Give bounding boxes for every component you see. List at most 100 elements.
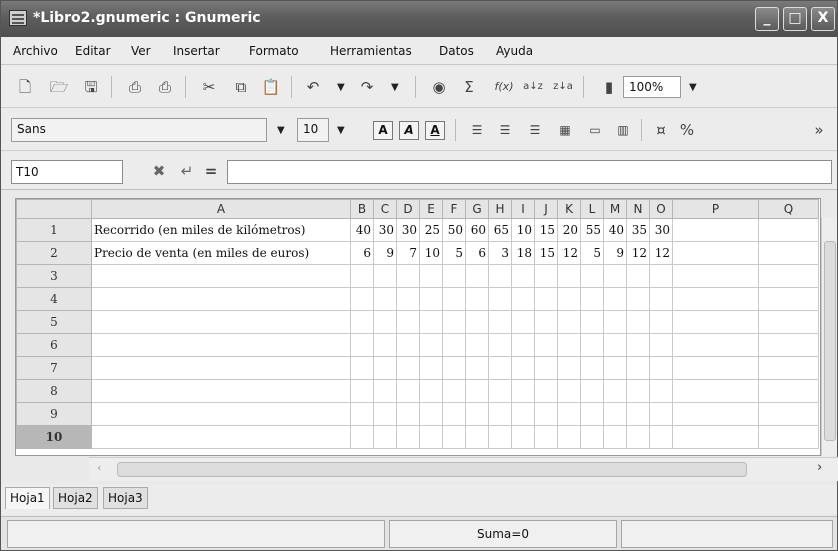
font-name-combo[interactable]: Sans <box>11 118 267 142</box>
row-header[interactable]: 9 <box>16 402 92 426</box>
cell[interactable] <box>626 425 650 449</box>
cell[interactable] <box>672 379 759 403</box>
currency-icon[interactable]: ¤ <box>651 120 671 140</box>
cell[interactable] <box>580 356 604 380</box>
cell[interactable] <box>350 356 374 380</box>
cell[interactable]: 30 <box>373 218 397 242</box>
cell[interactable] <box>580 333 604 357</box>
cell-label[interactable] <box>91 425 351 449</box>
cell[interactable]: 5 <box>442 241 466 265</box>
cell[interactable] <box>672 310 759 334</box>
cell[interactable] <box>534 333 558 357</box>
tab-hoja2[interactable]: Hoja2 <box>53 487 98 509</box>
cell[interactable] <box>672 287 759 311</box>
cell[interactable] <box>649 310 673 334</box>
column-header[interactable]: C <box>373 199 397 219</box>
cell[interactable]: 65 <box>488 218 512 242</box>
column-header[interactable]: F <box>442 199 466 219</box>
cell[interactable] <box>442 264 466 288</box>
vertical-scroll-thumb[interactable] <box>824 241 836 441</box>
cell[interactable] <box>534 425 558 449</box>
save-icon[interactable]: 🖫 <box>81 77 101 97</box>
cell[interactable] <box>511 310 535 334</box>
cell[interactable] <box>373 264 397 288</box>
cell[interactable] <box>488 264 512 288</box>
spreadsheet-grid[interactable]: A B C D E F G H I J K L M N O P Q 1 Reco… <box>15 198 821 456</box>
horizontal-scroll-thumb[interactable] <box>117 462 747 477</box>
cell[interactable] <box>626 402 650 426</box>
chart-icon[interactable]: ▮ <box>599 77 619 97</box>
cell[interactable] <box>603 264 627 288</box>
italic-button[interactable]: A <box>399 121 419 140</box>
cell[interactable] <box>488 310 512 334</box>
column-header[interactable]: O <box>649 199 673 219</box>
accept-icon[interactable]: ↵ <box>177 161 197 181</box>
cell[interactable] <box>511 287 535 311</box>
size-dropdown-icon[interactable]: ▼ <box>337 125 345 136</box>
cell[interactable] <box>534 264 558 288</box>
cell[interactable] <box>350 310 374 334</box>
cell[interactable] <box>465 310 489 334</box>
cell[interactable] <box>488 356 512 380</box>
cell[interactable] <box>350 379 374 403</box>
cell[interactable] <box>557 287 581 311</box>
cell[interactable] <box>758 379 819 403</box>
cell[interactable] <box>603 425 627 449</box>
merge-cells-icon[interactable]: ▦ <box>555 120 575 140</box>
cell[interactable] <box>350 333 374 357</box>
cell[interactable]: 20 <box>557 218 581 242</box>
cell[interactable] <box>373 425 397 449</box>
column-header[interactable]: I <box>511 199 535 219</box>
copy-icon[interactable]: ⧉ <box>231 77 251 97</box>
column-header[interactable]: Q <box>758 199 819 219</box>
cell[interactable] <box>465 287 489 311</box>
cell[interactable] <box>758 218 819 242</box>
cell[interactable] <box>649 379 673 403</box>
maximize-button[interactable]: □ <box>783 7 807 31</box>
column-header[interactable]: P <box>672 199 759 219</box>
column-header[interactable]: J <box>534 199 558 219</box>
cell[interactable] <box>350 287 374 311</box>
cell[interactable] <box>465 264 489 288</box>
cell[interactable] <box>580 287 604 311</box>
cell[interactable] <box>396 356 420 380</box>
cell[interactable] <box>511 402 535 426</box>
cell[interactable] <box>534 287 558 311</box>
minimize-button[interactable]: _ <box>755 7 779 31</box>
zoom-combo[interactable]: 100% <box>623 76 681 98</box>
menu-formato[interactable]: Formato <box>249 44 299 58</box>
cell[interactable] <box>419 310 443 334</box>
vertical-scrollbar[interactable] <box>821 217 837 456</box>
close-button[interactable]: X <box>811 7 835 31</box>
row-header[interactable]: 6 <box>16 333 92 357</box>
cell[interactable] <box>672 356 759 380</box>
cell-label[interactable] <box>91 310 351 334</box>
cell[interactable] <box>350 425 374 449</box>
cell[interactable]: 12 <box>649 241 673 265</box>
cancel-icon[interactable]: ✖ <box>149 161 169 181</box>
menu-ayuda[interactable]: Ayuda <box>496 44 533 58</box>
cell[interactable] <box>419 333 443 357</box>
font-size-combo[interactable]: 10 <box>297 118 329 142</box>
split-cells-icon[interactable]: ▥ <box>613 120 633 140</box>
cell[interactable] <box>511 333 535 357</box>
scroll-right-icon[interactable]: › <box>817 460 822 475</box>
cell[interactable] <box>465 425 489 449</box>
cell[interactable]: 12 <box>557 241 581 265</box>
cell[interactable] <box>396 425 420 449</box>
cell[interactable] <box>672 264 759 288</box>
align-left-icon[interactable]: ☰ <box>467 120 487 140</box>
cell-label[interactable] <box>91 356 351 380</box>
select-all-corner[interactable] <box>16 199 92 219</box>
menu-insertar[interactable]: Insertar <box>173 44 220 58</box>
font-dropdown-icon[interactable]: ▼ <box>277 125 285 136</box>
cell[interactable]: 6 <box>465 241 489 265</box>
row-header[interactable]: 2 <box>16 241 92 265</box>
sum-icon[interactable]: Σ <box>459 77 479 97</box>
hyperlink-icon[interactable]: ◉ <box>429 77 449 97</box>
cell[interactable] <box>488 333 512 357</box>
cell[interactable] <box>758 402 819 426</box>
cell[interactable] <box>580 379 604 403</box>
cell[interactable] <box>465 379 489 403</box>
underline-button[interactable]: A <box>425 121 445 140</box>
